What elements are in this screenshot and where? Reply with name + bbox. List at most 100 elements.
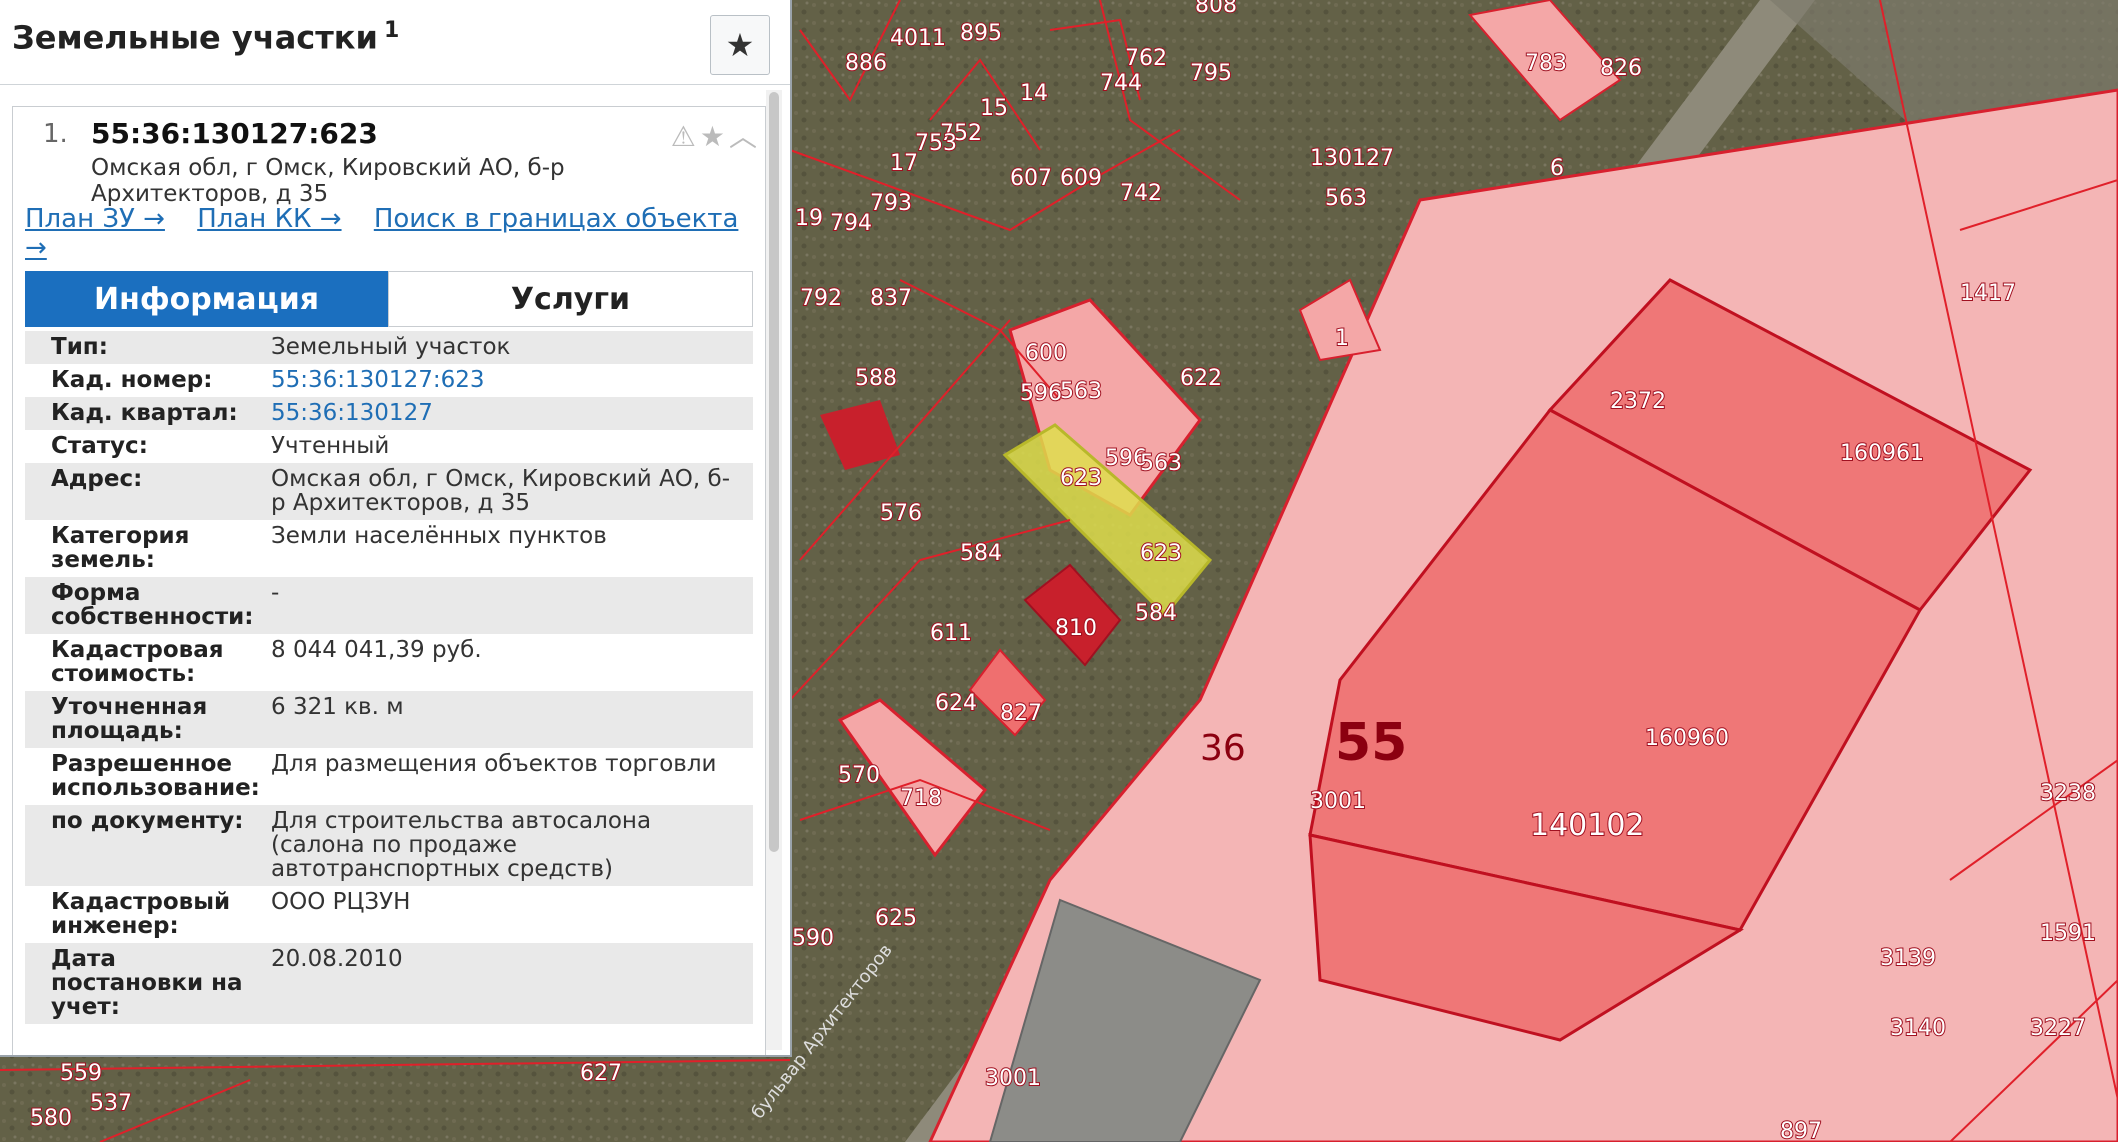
- svg-text:895: 895: [960, 21, 1002, 46]
- results-panel: Земельные участки 1 ★ 1. 55:36:130127:623…: [0, 0, 792, 1057]
- svg-text:4011: 4011: [890, 26, 946, 51]
- info-row-reg-date: Дата постановки на учет: 20.08.2010: [25, 943, 753, 1024]
- plan-kk-link[interactable]: План КК →: [197, 204, 341, 234]
- cad-number-link[interactable]: 55:36:130127:623: [265, 368, 753, 392]
- svg-text:742: 742: [1120, 181, 1162, 206]
- row-label: Разрешенное использование:: [51, 751, 260, 801]
- row-label: Кадастровый инженер:: [51, 889, 231, 939]
- svg-text:563: 563: [1140, 451, 1182, 476]
- svg-text:600: 600: [1025, 341, 1067, 366]
- row-value: 20.08.2010: [271, 946, 403, 972]
- info-tabs: Информация Услуги: [25, 271, 753, 327]
- svg-text:794: 794: [830, 211, 872, 236]
- row-value: ООО РЦЗУН: [271, 889, 411, 915]
- result-address: Омская обл, г Омск, Кировский АО, б-р Ар…: [91, 155, 565, 207]
- svg-text:576: 576: [880, 501, 922, 526]
- svg-text:140102: 140102: [1530, 808, 1645, 843]
- row-value: Для строительства автосалона (салона по …: [271, 808, 652, 882]
- row-label: по документу:: [51, 808, 244, 834]
- svg-text:783: 783: [1525, 51, 1567, 76]
- svg-text:795: 795: [1190, 61, 1232, 86]
- svg-text:3139: 3139: [1880, 946, 1936, 971]
- favorite-button[interactable]: ★: [710, 15, 770, 75]
- svg-text:15: 15: [980, 96, 1008, 121]
- svg-text:810: 810: [1055, 616, 1097, 641]
- scrollbar-thumb[interactable]: [769, 92, 779, 852]
- svg-text:624: 624: [935, 691, 977, 716]
- svg-text:827: 827: [1000, 701, 1042, 726]
- plan-zu-link[interactable]: План ЗУ →: [25, 204, 165, 234]
- svg-text:611: 611: [930, 621, 972, 646]
- svg-text:2372: 2372: [1610, 389, 1666, 414]
- svg-text:1417: 1417: [1960, 281, 2016, 306]
- row-label: Кад. квартал:: [51, 400, 238, 426]
- svg-text:563: 563: [1060, 379, 1102, 404]
- info-row-type: Тип: Земельный участок: [25, 331, 753, 364]
- svg-text:3001: 3001: [1310, 789, 1366, 814]
- svg-text:1591: 1591: [2040, 921, 2096, 946]
- info-table: Тип: Земельный участок Кад. номер: 55:36:1…: [25, 331, 753, 1024]
- svg-text:563: 563: [1325, 186, 1367, 211]
- info-row-ownership: Форма собственности: -: [25, 577, 753, 634]
- result-count: 1: [383, 18, 400, 43]
- row-value: Земли населённых пунктов: [271, 523, 607, 549]
- svg-text:1: 1: [1335, 326, 1349, 351]
- svg-text:792: 792: [800, 286, 842, 311]
- svg-text:744: 744: [1100, 71, 1142, 96]
- card-actions: ⚠★︿: [671, 115, 761, 155]
- info-row-by-document: по документу: Для строительства автосалон…: [25, 805, 753, 886]
- svg-text:897: 897: [1780, 1119, 1822, 1142]
- result-links: План ЗУ → План КК → Поиск в границах объ…: [25, 205, 745, 263]
- svg-text:3238: 3238: [2040, 781, 2096, 806]
- star-icon: ★: [725, 26, 755, 64]
- cad-quarter-link[interactable]: 55:36:130127: [265, 401, 753, 425]
- svg-text:622: 622: [1180, 366, 1222, 391]
- svg-text:808: 808: [1195, 0, 1237, 18]
- svg-text:19: 19: [795, 206, 823, 231]
- star-outline-icon[interactable]: ★: [700, 120, 729, 153]
- svg-text:609: 609: [1060, 166, 1102, 191]
- svg-text:590: 590: [792, 926, 834, 951]
- svg-text:17: 17: [890, 151, 918, 176]
- svg-text:607: 607: [1010, 166, 1052, 191]
- row-label: Тип:: [51, 334, 108, 360]
- panel-title: Земельные участки 1: [12, 18, 399, 57]
- row-label: Статус:: [51, 433, 148, 459]
- svg-text:623: 623: [1140, 541, 1182, 566]
- panel-title-text: Земельные участки: [12, 18, 378, 57]
- svg-text:584: 584: [960, 541, 1002, 566]
- row-label: Адрес:: [51, 466, 143, 492]
- info-row-category: Категория земель: Земли населённых пункто…: [25, 520, 753, 577]
- svg-text:580: 580: [30, 1106, 72, 1131]
- info-row-cad-quarter: Кад. квартал: 55:36:130127: [25, 397, 753, 430]
- svg-text:3001: 3001: [985, 1066, 1041, 1091]
- panel-header: Земельные участки 1 ★: [0, 0, 790, 85]
- svg-text:14: 14: [1020, 81, 1048, 106]
- warning-icon[interactable]: ⚠: [671, 120, 700, 153]
- row-label: Кадастровая стоимость:: [51, 637, 224, 687]
- row-value: Учтенный: [271, 433, 390, 459]
- tab-services[interactable]: Услуги: [388, 271, 753, 327]
- svg-text:762: 762: [1125, 46, 1167, 71]
- result-cad-number[interactable]: 55:36:130127:623: [91, 117, 378, 150]
- panel-scrollbar[interactable]: [766, 90, 782, 1050]
- info-row-status: Статус: Учтенный: [25, 430, 753, 463]
- svg-text:753: 753: [915, 131, 957, 156]
- result-index: 1.: [43, 119, 68, 149]
- svg-text:537: 537: [90, 1091, 132, 1116]
- row-label: Форма собственности:: [51, 580, 254, 630]
- row-label: Категория земель:: [51, 523, 190, 573]
- svg-text:793: 793: [870, 191, 912, 216]
- svg-text:623: 623: [1060, 466, 1102, 491]
- svg-text:718: 718: [900, 786, 942, 811]
- tab-info[interactable]: Информация: [25, 271, 388, 327]
- svg-text:826: 826: [1600, 56, 1642, 81]
- info-row-engineer: Кадастровый инженер: ООО РЦЗУН: [25, 886, 753, 943]
- chevron-up-icon[interactable]: ︿: [729, 120, 761, 153]
- row-label: Кад. номер:: [51, 367, 213, 393]
- svg-text:570: 570: [838, 763, 880, 788]
- svg-text:3140: 3140: [1890, 1016, 1946, 1041]
- svg-text:625: 625: [875, 906, 917, 931]
- row-value: 8 044 041,39 руб.: [271, 637, 482, 663]
- svg-text:584: 584: [1135, 601, 1177, 626]
